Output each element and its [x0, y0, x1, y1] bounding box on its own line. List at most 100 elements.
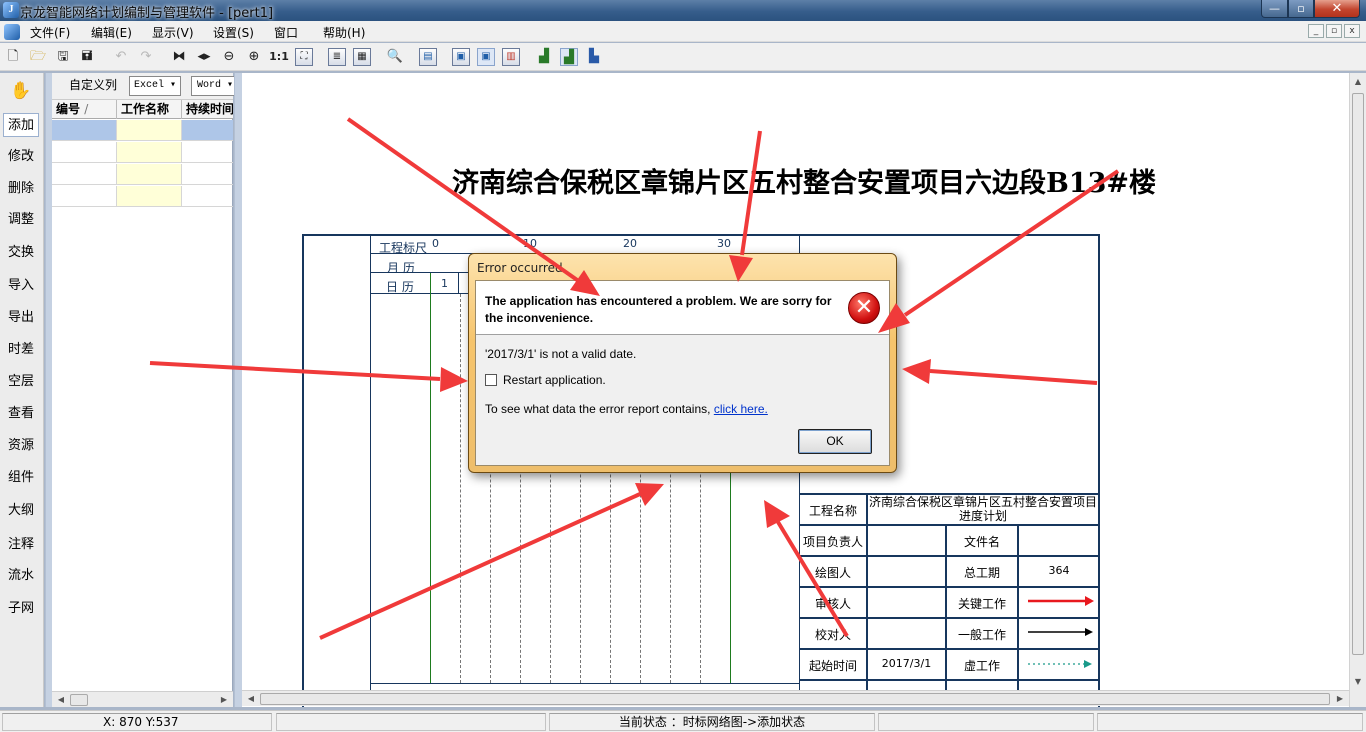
open-folder-icon[interactable]: 🗁 [29, 48, 47, 66]
document-icon[interactable] [4, 24, 20, 40]
table-row[interactable] [52, 120, 233, 141]
menu-edit[interactable]: 编辑(E) [91, 24, 132, 41]
chevron-down-icon: ▾ [170, 80, 177, 91]
tool-adjust[interactable]: 调整 [3, 208, 39, 232]
dialog-header: The application has encountered a proble… [476, 281, 889, 335]
expand-icon[interactable]: ◂▸ [195, 48, 213, 66]
menu-view[interactable]: 显示(V) [152, 24, 194, 41]
menu-help[interactable]: 帮助(H) [323, 24, 365, 41]
report-view-icon[interactable]: ▥ [502, 48, 520, 66]
redo-icon[interactable]: ↷ [137, 48, 155, 66]
properties-icon[interactable]: ≣ [328, 48, 346, 66]
cost-chart-icon[interactable]: ▟ [560, 48, 578, 66]
label-critical-work: 关键工作 [957, 597, 1006, 611]
restart-checkbox[interactable]: Restart application. [485, 373, 606, 387]
sort-indicator: / [84, 102, 89, 116]
tool-annotation[interactable]: 注释 [3, 533, 39, 557]
scroll-thumb[interactable] [70, 694, 88, 706]
tool-delete[interactable]: 删除 [3, 177, 39, 201]
tool-float[interactable]: 时差 [3, 338, 39, 362]
save-icon[interactable]: 🖫 [54, 48, 72, 66]
label-project-name: 工程名称 [808, 504, 857, 518]
mdi-restore-button[interactable]: ▫ [1326, 24, 1342, 38]
tool-flow[interactable]: 流水 [3, 564, 39, 588]
right-splitter[interactable] [234, 73, 242, 707]
ok-button[interactable]: OK [798, 429, 872, 454]
network-view-icon[interactable]: ▣ [452, 48, 470, 66]
table-row[interactable] [52, 142, 233, 163]
fit-window-icon[interactable]: ⛶ [295, 48, 313, 66]
zoom-out-icon[interactable]: ⊖ [220, 48, 238, 66]
excel-export-dropdown[interactable]: Excel ▾ [129, 76, 181, 96]
scroll-up-icon[interactable]: ▲ [1352, 75, 1364, 89]
scale-tick: 0 [432, 237, 439, 250]
tool-outline[interactable]: 大纲 [3, 499, 39, 523]
calculator-icon[interactable]: ▦ [353, 48, 371, 66]
column-header-id[interactable]: 编号 / [52, 100, 117, 119]
statistics-chart-icon[interactable]: ▙ [585, 48, 603, 66]
tool-add[interactable]: 添加 [3, 113, 39, 137]
resource-chart-icon[interactable]: ▟ [535, 48, 553, 66]
zoom-in-icon[interactable]: ⊕ [245, 48, 263, 66]
zoom-actual-button[interactable]: 1:1 [268, 48, 290, 66]
tool-empty-layer[interactable]: 空层 [3, 370, 39, 394]
value-total-duration: 364 [1048, 564, 1070, 577]
scroll-thumb[interactable] [1352, 93, 1364, 655]
checkbox-icon[interactable] [485, 374, 497, 386]
mdi-controls: _ ▫ x [1308, 24, 1360, 38]
scroll-right-icon[interactable]: ▶ [1333, 693, 1347, 705]
word-export-dropdown[interactable]: Word ▾ [191, 76, 235, 96]
tool-subnet[interactable]: 子网 [3, 597, 39, 621]
report-text: To see what data the error report contai… [485, 402, 711, 416]
mdi-minimize-button[interactable]: _ [1308, 24, 1324, 38]
tool-component[interactable]: 组件 [3, 466, 39, 490]
menu-window[interactable]: 窗口 [274, 24, 298, 41]
canvas-vscroll[interactable]: ▲ ▼ [1349, 73, 1366, 707]
custom-columns-button[interactable]: 自定义列 [66, 76, 120, 96]
maximize-button[interactable]: ▫ [1288, 0, 1314, 18]
menu-file[interactable]: 文件(F) [30, 24, 70, 41]
scroll-left-icon[interactable]: ◀ [244, 693, 258, 705]
tool-swap[interactable]: 交换 [3, 241, 39, 265]
tool-export[interactable]: 导出 [3, 306, 39, 330]
table-row[interactable] [52, 164, 233, 185]
label-checker: 校对人 [814, 628, 851, 642]
timescale-network-icon[interactable]: ▣ [477, 48, 495, 66]
title-bar: J 京龙智能网络计划编制与管理软件 - [pert1] — ▫ ✕ [0, 0, 1366, 21]
close-button[interactable]: ✕ [1314, 0, 1360, 18]
hand-pan-icon[interactable]: ✋ [3, 79, 39, 103]
legend-normal-arrow [1085, 628, 1093, 636]
label-drawer: 绘图人 [814, 566, 851, 580]
table-row[interactable] [52, 186, 233, 207]
mdi-close-button[interactable]: x [1344, 24, 1360, 38]
label-virtual-work: 虚工作 [963, 659, 1000, 673]
tool-modify[interactable]: 修改 [3, 145, 39, 169]
error-icon: ✕ [848, 292, 880, 324]
minimize-button[interactable]: — [1261, 0, 1288, 18]
left-splitter[interactable] [45, 73, 52, 707]
window-controls: — ▫ ✕ [1261, 0, 1360, 18]
app-icon[interactable]: J [3, 2, 19, 18]
tool-import[interactable]: 导入 [3, 274, 39, 298]
scroll-right-icon[interactable]: ▶ [217, 694, 231, 706]
tool-strip: ✋ 添加 修改 删除 调整 交换 导入 导出 时差 空层 查看 资源 组件 大纲… [0, 73, 44, 707]
scroll-thumb[interactable] [260, 693, 1330, 705]
shrink-icon[interactable]: ⧓ [170, 48, 188, 66]
column-header-duration[interactable]: 持续时间 [182, 100, 233, 119]
scroll-left-icon[interactable]: ◀ [54, 694, 68, 706]
tool-resource[interactable]: 资源 [3, 434, 39, 458]
report-link[interactable]: click here. [714, 402, 768, 416]
new-file-icon[interactable]: 🗋 [4, 48, 22, 66]
task-panel-hscroll[interactable]: ◀ ▶ [52, 691, 233, 707]
canvas-hscroll[interactable]: ◀ ▶ [242, 690, 1349, 706]
menu-settings[interactable]: 设置(S) [213, 24, 254, 41]
gantt-view-icon[interactable]: ▤ [419, 48, 437, 66]
task-panel-toolbar: 自定义列 Excel ▾ Word ▾ [52, 73, 235, 100]
scroll-down-icon[interactable]: ▼ [1352, 675, 1364, 689]
status-bar: X: 870 Y:537 当前状态 ：时标网络图->添加状态 [0, 710, 1366, 732]
column-header-name[interactable]: 工作名称 [117, 100, 182, 119]
undo-icon[interactable]: ↶ [112, 48, 130, 66]
tool-inspect[interactable]: 查看 [3, 402, 39, 426]
save-as-icon[interactable]: 🖬 [78, 48, 96, 66]
print-preview-icon[interactable]: 🔍 [386, 48, 404, 66]
